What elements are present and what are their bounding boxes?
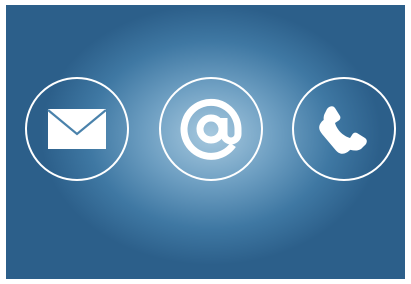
telephone-icon [319, 106, 367, 154]
envelope-icon [47, 109, 107, 149]
envelope-circle [25, 77, 129, 181]
image-frame [0, 0, 411, 284]
at-sign-icon [180, 98, 242, 160]
at-sign-circle [159, 77, 263, 181]
contact-banner [6, 5, 405, 279]
telephone-circle [292, 77, 396, 181]
